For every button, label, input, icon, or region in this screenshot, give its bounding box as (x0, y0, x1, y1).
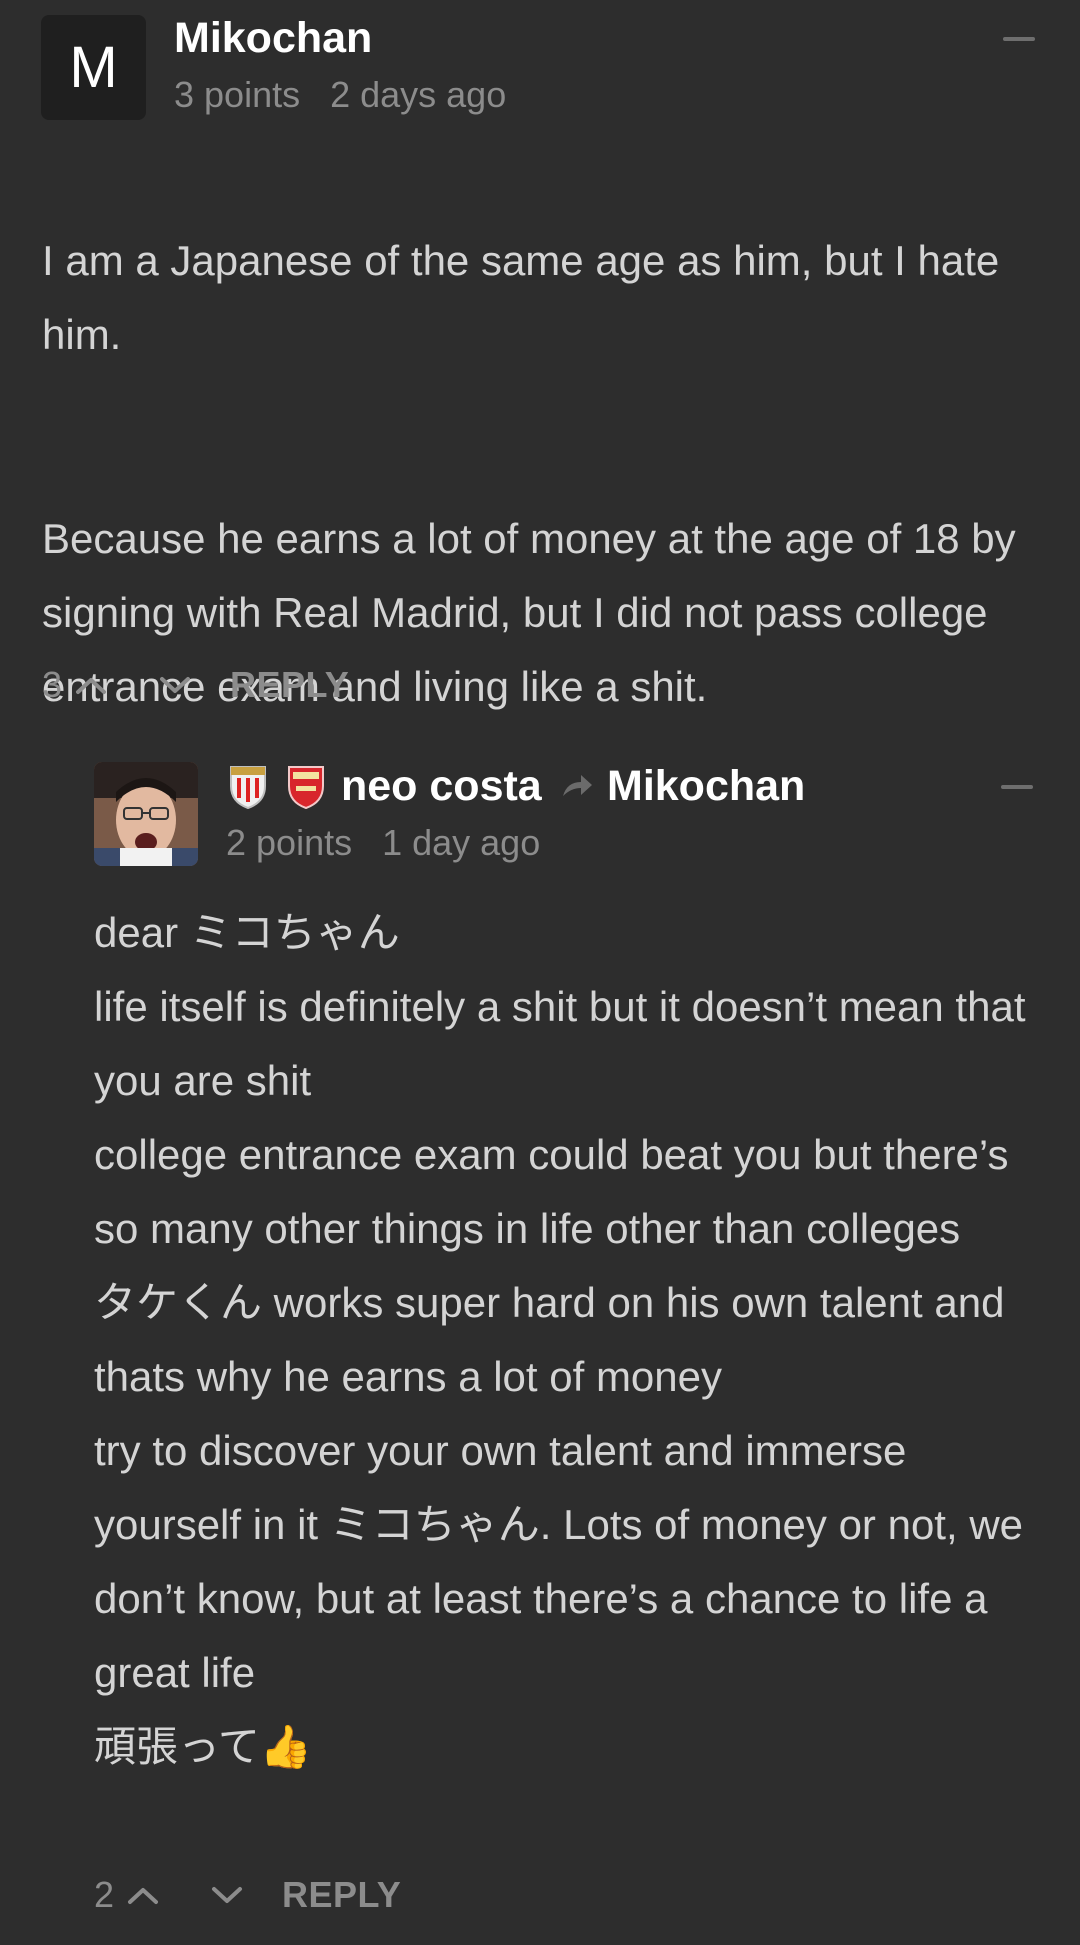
avatar[interactable] (94, 762, 198, 866)
avatar-photo (94, 762, 198, 866)
comment-actions: 2 REPLY (94, 1874, 401, 1916)
reply-button[interactable]: REPLY (282, 1874, 401, 1916)
reply-to-author[interactable]: Mikochan (607, 762, 805, 811)
reply-to-arrow-icon (563, 775, 592, 796)
score: 2 (94, 1874, 115, 1915)
comment-neo-costa: neo costa Mikochan 2 points 1 day ago dea… (0, 0, 1080, 1945)
timestamp: 1 day ago (382, 822, 541, 863)
arsenal-crest-icon (288, 766, 324, 810)
athletic-club-crest-icon (230, 766, 266, 810)
downvote-icon[interactable] (210, 1884, 244, 1906)
collapse-button[interactable] (1001, 785, 1033, 789)
comment-meta: 2 points 1 day ago (226, 822, 540, 864)
comment-author[interactable]: neo costa (341, 762, 542, 811)
upvote-icon[interactable] (126, 1884, 160, 1906)
points-label: 2 points (226, 822, 353, 863)
comment-body: dear ミコちゃん life itself is definitely a s… (94, 909, 1026, 1770)
